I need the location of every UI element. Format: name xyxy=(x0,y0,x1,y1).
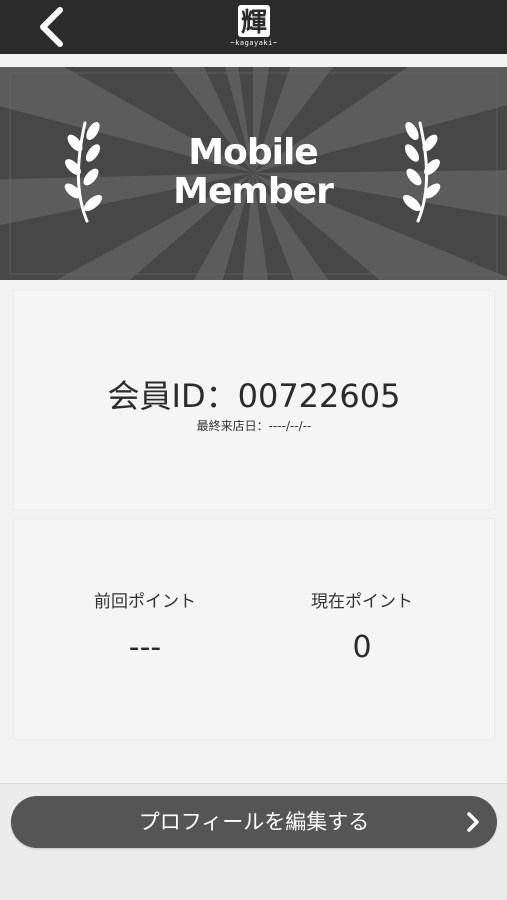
chevron-left-icon xyxy=(40,7,63,47)
edit-profile-button[interactable]: プロフィールを編集する xyxy=(11,796,497,848)
current-points-value: 0 xyxy=(352,630,372,665)
edit-profile-label: プロフィールを編集する xyxy=(138,810,370,834)
current-points-label: 現在ポイント xyxy=(311,592,413,612)
chevron-right-icon xyxy=(467,812,479,832)
previous-points-label: 前回ポイント xyxy=(94,592,196,612)
app-header: 輝 ~kagayaki~ xyxy=(0,0,507,54)
brand-logo: 輝 ~kagayaki~ xyxy=(224,3,284,51)
logo-subtitle: ~kagayaki~ xyxy=(230,39,278,47)
logo-mark: 輝 xyxy=(241,8,267,38)
previous-points-value: --- xyxy=(128,630,162,665)
member-id: 会員ID：00722605 xyxy=(107,377,401,415)
points-card: 前回ポイント --- 現在ポイント 0 xyxy=(13,518,495,740)
member-id-card: 会員ID：00722605 最終来店日：----/--/-- xyxy=(13,290,495,510)
banner-title: Mobile Member xyxy=(103,133,403,211)
previous-points: 前回ポイント --- xyxy=(45,591,245,665)
member-banner: Mobile Member xyxy=(0,67,507,280)
last-visit-date: 最終来店日：----/--/-- xyxy=(196,419,312,433)
laurel-right-icon xyxy=(402,121,441,223)
current-points: 現在ポイント 0 xyxy=(262,591,462,665)
banner-title-line1: Mobile xyxy=(188,132,318,173)
banner-title-line2: Member xyxy=(173,171,334,212)
back-button[interactable] xyxy=(30,4,76,50)
